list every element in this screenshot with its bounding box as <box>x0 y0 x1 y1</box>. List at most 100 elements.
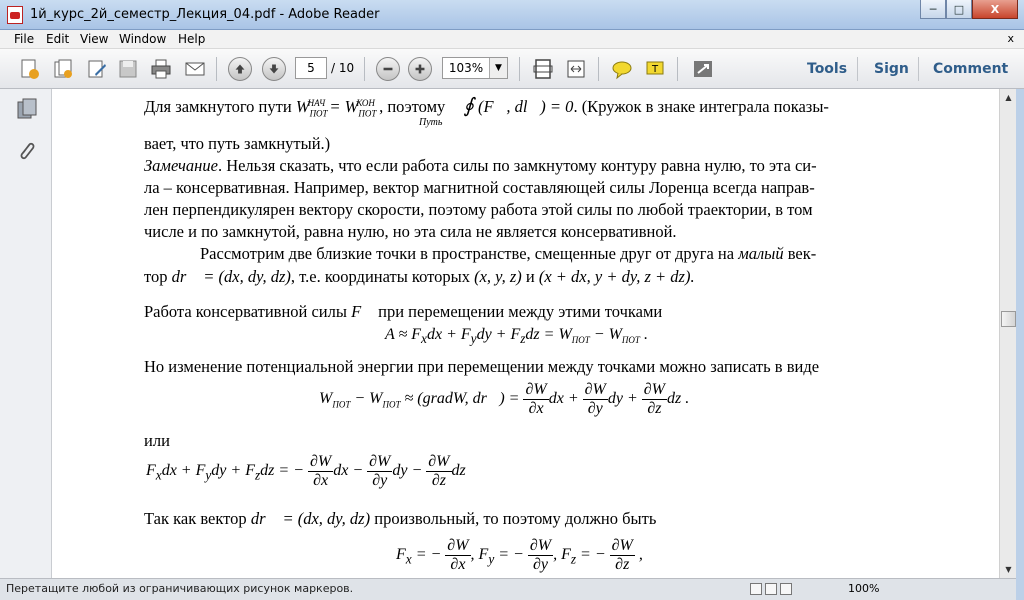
text-span: Работа консервативной силы <box>144 302 347 321</box>
single-page-icon[interactable] <box>750 583 762 595</box>
toolbar-separator <box>677 57 678 81</box>
text-line: тор dr⃗ = (dx, dy, dz), т.е. координаты … <box>144 267 695 287</box>
text-span: тор <box>144 267 168 286</box>
two-page-icon[interactable] <box>780 583 792 595</box>
formula-result: Fx = − ∂W ∂x, Fy = − ∂W ∂y, Fz = − ∂W ∂z , <box>396 537 643 573</box>
page-number-input[interactable]: 5 <box>295 57 327 79</box>
next-page-button[interactable] <box>261 56 287 82</box>
window-title: 1й_курс_2й_семестр_Лекция_04.pdf - Adobe… <box>30 7 380 22</box>
zoom-select[interactable]: 103% ▼ <box>442 57 508 79</box>
svg-text:T: T <box>651 64 659 75</box>
toolbar-separator <box>216 57 217 81</box>
formula-inline: WПОТНАЧ = WПОТКОН <box>295 97 377 119</box>
toolbar-separator <box>857 57 858 81</box>
title-bar: 1й_курс_2й_семестр_Лекция_04.pdf - Adobe… <box>0 0 1024 30</box>
scrollbar-thumb[interactable] <box>1001 311 1016 327</box>
zoom-value: 103% <box>448 61 484 75</box>
formula-inline: (F⃗, dl⃗) = 0 <box>477 97 574 116</box>
toolbar: 5 / 10 103% ▼ T Tools Sign Comment <box>0 49 1024 89</box>
text-span: , поэтому <box>379 97 446 116</box>
previous-page-button[interactable] <box>227 56 253 82</box>
menu-help[interactable]: Help <box>178 32 205 46</box>
formula-components: Fxdx + Fydy + Fzdz = − ∂W ∂x dx − ∂W ∂y dy −… <box>146 453 466 489</box>
toolbar-separator <box>364 57 365 81</box>
document-page: Для замкнутого пути WПОТНАЧ = WПОТКОН , … <box>53 89 999 578</box>
text-span: произвольный, то поэтому должно быть <box>374 509 657 528</box>
maximize-button[interactable]: □ <box>946 0 972 19</box>
text-line: числе и по замкнутой, равна нулю, но эта… <box>144 222 677 241</box>
page-total-label: / 10 <box>331 61 355 75</box>
create-pdf-icon[interactable] <box>16 56 42 82</box>
formula-inline: F⃗ <box>351 302 375 321</box>
tools-button[interactable]: Tools <box>807 61 847 77</box>
attachments-icon[interactable] <box>15 139 39 163</box>
scroll-down-icon[interactable]: ▼ <box>1000 561 1017 578</box>
text-line: вает, что путь замкнутый.) <box>144 134 331 153</box>
menu-file[interactable]: File <box>14 32 34 46</box>
text-span: век- <box>787 244 817 263</box>
text-line: Но изменение потенциальной энергии при п… <box>144 357 820 376</box>
fit-width-icon[interactable] <box>563 56 589 82</box>
minimize-button[interactable]: ─ <box>920 0 946 19</box>
text-span: . (Кружок в знаке интеграла показы- <box>573 97 829 116</box>
formula-work: A ≈ Fxdx + Fydy + Fzdz = WПОТ − WПОТ . <box>385 326 648 347</box>
combine-files-icon[interactable] <box>50 56 76 82</box>
status-bar: Перетащите любой из ограничивающих рисун… <box>0 578 1016 600</box>
status-text: Перетащите любой из ограничивающих рисун… <box>6 582 354 595</box>
zoom-in-button[interactable] <box>407 56 433 82</box>
text-span: Замечание <box>144 156 218 175</box>
text-span: Так как вектор <box>144 509 247 528</box>
text-line: Для замкнутого пути WПОТНАЧ = WПОТКОН , … <box>144 93 829 118</box>
text-span: Для замкнутого пути <box>144 97 292 116</box>
text-span: Рассмотрим две близкие точки в пространс… <box>200 244 735 263</box>
pdf-app-icon <box>7 6 23 24</box>
text-line: Так как вектор dr⃗ = (dx, dy, dz) произв… <box>144 509 656 529</box>
save-icon[interactable] <box>115 56 141 82</box>
formula-inline: (x + dx, y + dy, z + dz). <box>538 267 695 286</box>
zoom-out-button[interactable] <box>375 56 401 82</box>
toolbar-separator <box>519 57 520 81</box>
text-line: или <box>144 431 170 450</box>
close-document-icon[interactable]: x <box>1007 32 1014 45</box>
sticky-note-icon[interactable] <box>609 56 635 82</box>
scroll-up-icon[interactable]: ▲ <box>1000 89 1017 106</box>
formula-inline: (x, y, z) <box>474 267 522 286</box>
text-line: Работа консервативной силы F⃗ при переме… <box>144 302 662 322</box>
close-button[interactable]: X <box>972 0 1018 19</box>
text-span: и <box>525 267 535 286</box>
text-line: Рассмотрим две близкие точки в пространс… <box>200 244 816 264</box>
toolbar-separator <box>598 57 599 81</box>
menu-view[interactable]: View <box>80 32 108 46</box>
text-span: . Нельзя сказать, что если работа силы п… <box>217 156 817 175</box>
fit-page-icon[interactable] <box>530 56 556 82</box>
email-icon[interactable] <box>182 56 208 82</box>
vertical-scrollbar[interactable]: ▲ ▼ <box>999 89 1016 578</box>
text-line: лен перпендикулярен вектору скорости, по… <box>144 200 813 219</box>
navigation-panel <box>0 89 52 578</box>
chevron-down-icon[interactable]: ▼ <box>489 58 507 78</box>
edit-pdf-icon[interactable] <box>84 56 110 82</box>
formula-inline: ∮ <box>463 95 474 117</box>
text-span: , т.е. координаты которых <box>290 267 470 286</box>
continuous-page-icon[interactable] <box>765 583 777 595</box>
integral-subscript: Путь <box>419 117 443 128</box>
highlight-text-icon[interactable]: T <box>642 56 668 82</box>
text-line: ла – консервативная. Например, вектор ма… <box>144 178 815 197</box>
comment-button[interactable]: Comment <box>933 61 1008 77</box>
window-border <box>1016 89 1024 600</box>
page-layout-icons <box>750 583 792 595</box>
toolbar-separator <box>918 57 919 81</box>
page-thumbnails-icon[interactable] <box>15 97 39 121</box>
menu-window[interactable]: Window <box>119 32 166 46</box>
sign-button[interactable]: Sign <box>874 61 909 77</box>
text-span: малый <box>738 244 784 263</box>
text-span: при перемещении между этими точками <box>378 302 663 321</box>
menu-bar: File Edit View Window Help x <box>0 30 1024 49</box>
formula-inline: dr⃗ = (dx, dy, dz) <box>171 267 291 286</box>
formula-energy: WПОТ − WПОТ ≈ (gradW, dr⃗) = ∂W ∂x dx + ∂W… <box>319 381 690 417</box>
fullscreen-icon[interactable] <box>690 56 716 82</box>
formula-inline: dr⃗ = (dx, dy, dz) <box>250 509 371 528</box>
menu-edit[interactable]: Edit <box>46 32 69 46</box>
text-line: Замечание. Нельзя сказать, что если рабо… <box>144 156 817 176</box>
print-icon[interactable] <box>148 56 174 82</box>
